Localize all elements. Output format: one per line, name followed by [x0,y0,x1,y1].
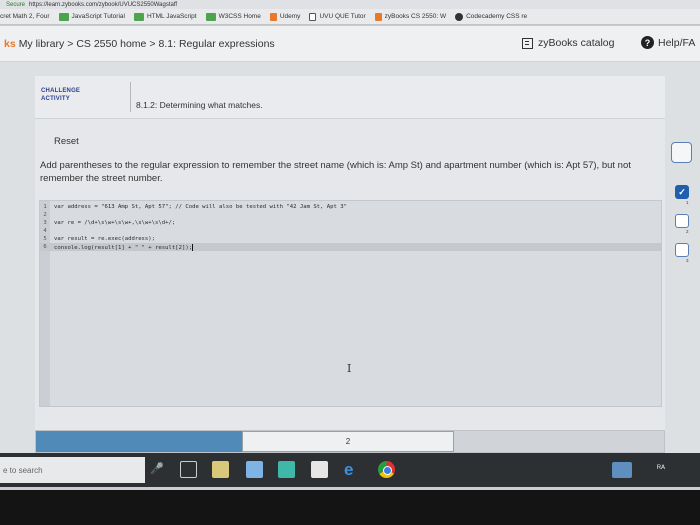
taskbar-search-input[interactable]: e to search [0,457,145,483]
windows-taskbar: e to search 🎤 e ᴿᴬ [0,453,700,487]
code-editor[interactable]: 1 var address = "613 Amp St, Apt 57"; //… [39,200,662,407]
bookmark-icon [133,12,144,21]
bookmark-label: JavaScript Tutorial [71,13,125,20]
bookmark-icon [205,12,216,21]
breadcrumb-my-library[interactable]: My library [19,38,65,50]
address-bar[interactable]: Secure https://learn.zybooks.com/zybook/… [0,0,700,9]
breadcrumb: ks My library > CS 2550 home > 8.1: Regu… [0,38,275,50]
code-line-active[interactable]: 6 console.log(result[1] + " " + result[2… [40,243,661,251]
breadcrumb-course-home[interactable]: CS 2550 home [76,38,146,50]
bookmark-icon [58,12,69,21]
badge-line-2: ACTIVITY [41,96,70,102]
badge-line-1: CHALLENGE [41,88,81,94]
catalog-label: zyBooks catalog [538,37,615,49]
instructions-text: Add parentheses to the regular expressio… [40,160,631,184]
edge-browser-icon[interactable]: e [344,461,361,478]
help-label: Help/FA [658,36,696,49]
bookmark-label: cret Math 2, Four [0,13,50,20]
zybooks-header: ks My library > CS 2550 home > 8.1: Regu… [0,26,700,62]
store-icon[interactable] [278,461,295,478]
level-1-checkbox[interactable]: ✓ [675,185,689,199]
current-level-label: 2 [345,437,351,446]
task-view-icon[interactable] [180,461,197,478]
challenge-activity: CHALLENGE ACTIVITY 8.1.2: Determining wh… [35,76,665,487]
level-1-number: 1 [686,200,689,205]
photos-icon[interactable] [246,461,263,478]
bookmark-label: UVU QUE Tutor [319,13,366,20]
microphone-icon[interactable]: 🎤 [150,462,164,475]
code-text-content: console.log(result[1] + " " + result[2])… [54,244,193,251]
bookmark-item[interactable]: W3CSS Home [205,12,261,21]
bookmarks-bar: cret Math 2, Four JavaScript Tutorial HT… [0,9,700,25]
code-text[interactable]: var re = /\d+\s\w+\s\w+,\s\w+\s\d+/; [50,220,175,226]
bookmark-label: W3CSS Home [218,13,261,20]
url-text[interactable]: https://learn.zybooks.com/zybook/UVUCS25… [29,2,177,8]
file-explorer-icon[interactable] [212,461,229,478]
people-icon[interactable]: ᴿᴬ [657,463,665,473]
mail-icon[interactable] [311,461,328,478]
level-2-checkbox[interactable] [675,214,689,228]
line-number: 4 [43,228,47,234]
text-cursor [192,243,194,251]
line-number: 6 [43,244,47,250]
level-3-checkbox[interactable] [675,243,689,257]
code-line[interactable]: 5 var result = re.exec(address); [40,235,661,243]
code-line[interactable]: 3 var re = /\d+\s\w+\s\w+,\s\w+\s\d+/; [40,219,661,227]
level-2-number: 2 [686,229,689,234]
bookmark-item[interactable]: cret Math 2, Four [0,13,50,21]
page-icon [309,12,317,21]
catalog-link[interactable]: zyBooks catalog [522,37,614,49]
bookmark-label: Udemy [279,13,301,20]
header-divider [130,82,131,112]
chrome-browser-icon[interactable] [378,461,395,478]
bookmark-item[interactable]: HTML JavaScript [133,12,197,21]
help-icon: ? [641,36,654,49]
line-number: 5 [43,236,47,242]
activity-header: CHALLENGE ACTIVITY 8.1.2: Determining wh… [35,76,665,119]
breadcrumb-separator: > [67,37,74,50]
reset-button[interactable]: Reset [54,136,79,147]
code-text[interactable]: var result = re.exec(address); [50,236,155,242]
catalog-icon [522,37,533,49]
secure-label: Secure [6,1,26,8]
bookmark-item[interactable]: Udemy [269,12,301,21]
activity-title: 8.1.2: Determining what matches. [136,100,263,110]
progress-current-segment[interactable]: 2 [242,431,454,452]
bookmark-item[interactable]: Codecademy CSS re [455,12,528,21]
progress-completed-segment[interactable] [36,431,242,452]
level-3-number: 3 [686,258,689,263]
bookmark-label: Codecademy CSS re [466,13,528,20]
bookmark-label: HTML JavaScript [146,13,197,20]
udemy-icon [269,12,277,21]
tray-app-icon[interactable] [612,462,632,478]
bookmark-item[interactable]: JavaScript Tutorial [58,12,125,21]
codecademy-icon [455,12,464,21]
zybooks-icon [374,12,382,21]
monitor-bezel [0,490,700,525]
content-area: CHALLENGE ACTIVITY 8.1.2: Determining wh… [0,62,700,487]
bookmark-item[interactable]: zyBooks CS 2550: W [374,12,447,21]
activity-level-box [671,142,692,163]
level-progress-bar[interactable]: 2 [35,430,665,453]
code-line[interactable]: 1 var address = "613 Amp St, Apt 57"; //… [40,203,661,211]
bookmark-label: zyBooks CS 2550: W [384,13,447,20]
line-number: 3 [43,220,47,226]
ibeam-cursor-icon: I [347,362,352,375]
zybooks-logo[interactable]: ks [4,38,16,50]
line-number: 1 [43,204,47,210]
line-number: 2 [43,212,47,218]
breadcrumb-section: 8.1: Regular expressions [158,37,275,50]
code-text[interactable]: console.log(result[1] + " " + result[2])… [50,243,194,251]
code-text[interactable]: var address = "613 Amp St, Apt 57"; // C… [50,204,347,210]
code-line[interactable]: 4 [40,227,661,235]
code-line[interactable]: 2 [40,211,661,219]
help-link[interactable]: ? Help/FA [641,36,695,49]
bookmark-item[interactable]: UVU QUE Tutor [309,12,366,21]
breadcrumb-separator: > [149,37,156,50]
screen: Secure https://learn.zybooks.com/zybook/… [0,0,700,490]
challenge-badge: CHALLENGE ACTIVITY [41,87,87,103]
